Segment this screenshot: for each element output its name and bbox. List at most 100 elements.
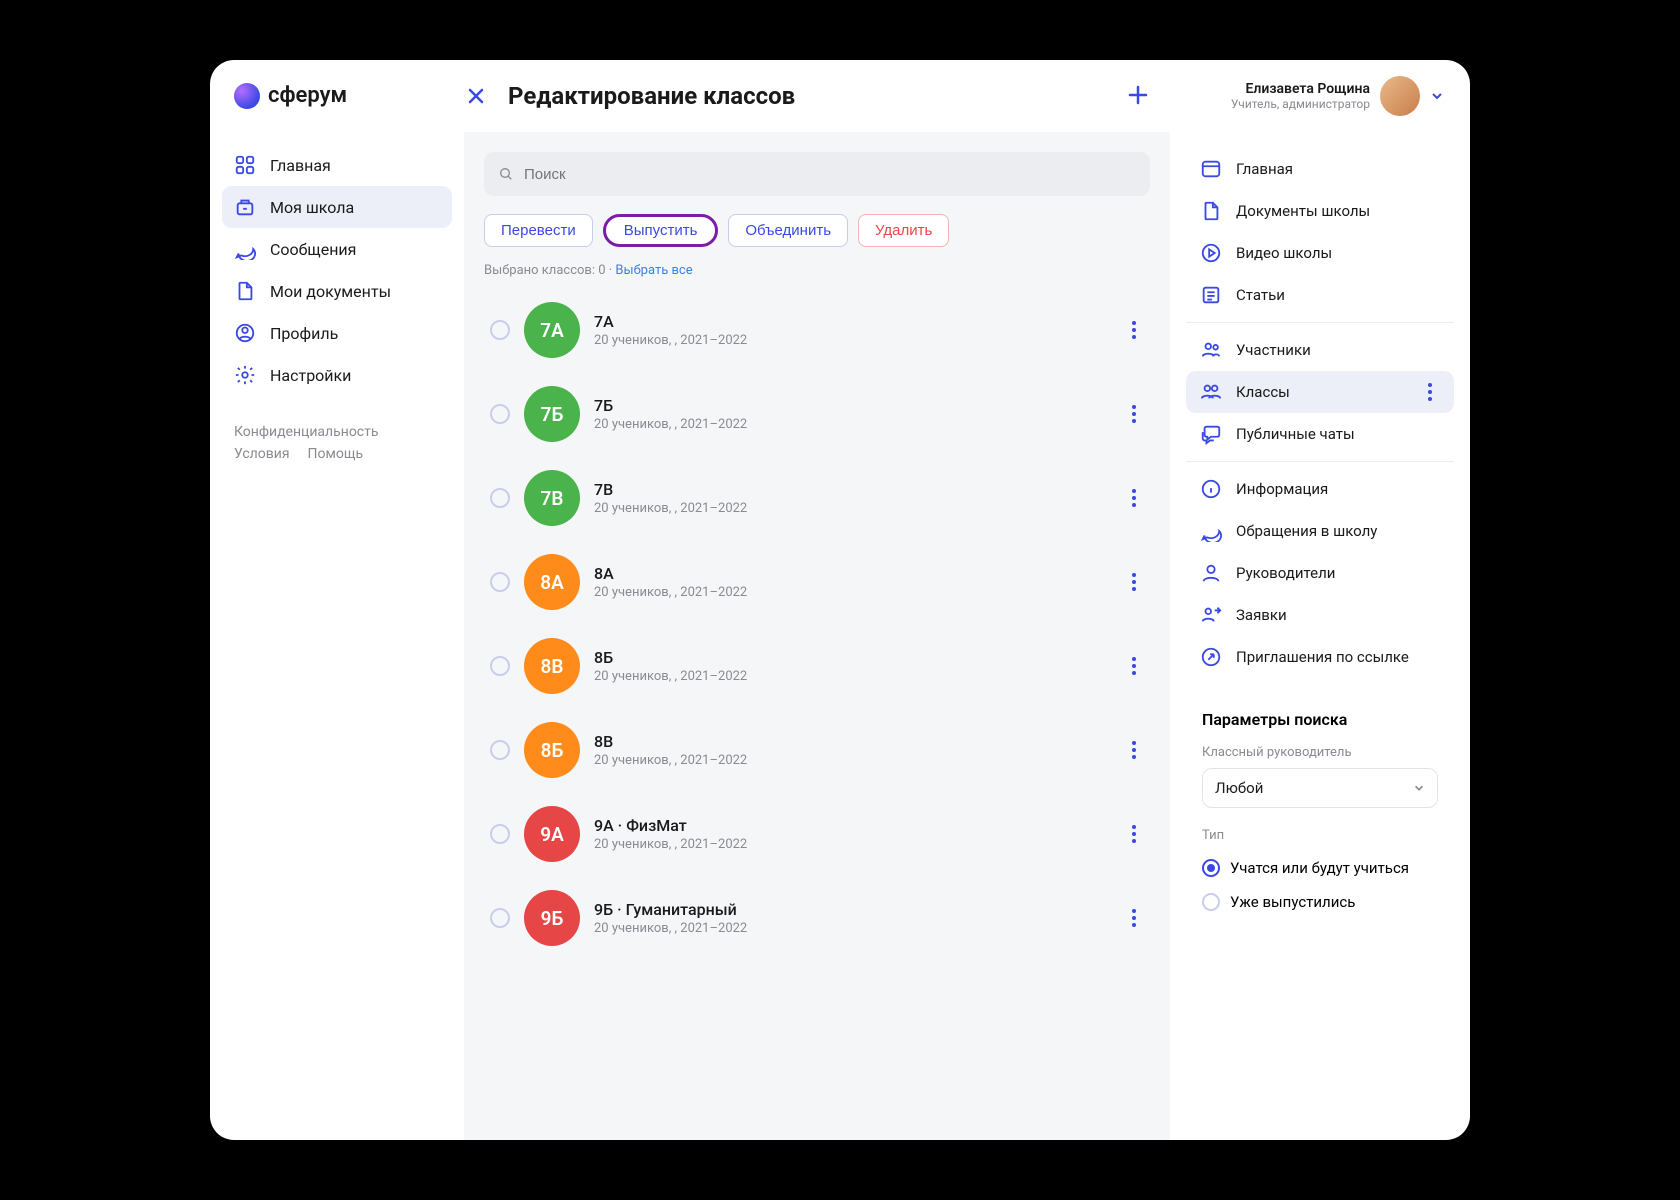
more-icon[interactable] xyxy=(1124,573,1144,591)
class-sub: 20 учеников, , 2021–2022 xyxy=(594,669,1110,684)
r-invite-links[interactable]: Приглашения по ссылке xyxy=(1186,636,1454,678)
class-sub: 20 учеников, , 2021–2022 xyxy=(594,501,1110,516)
gear-icon xyxy=(234,364,256,386)
r-school-docs[interactable]: Документы школы xyxy=(1186,190,1454,232)
filter-type-label: Тип xyxy=(1202,828,1438,843)
school-icon xyxy=(234,196,256,218)
class-row[interactable]: 7Б 7Б 20 учеников, , 2021–2022 xyxy=(484,372,1150,456)
class-row[interactable]: 8А8А20 учеников, , 2021–2022 xyxy=(484,540,1150,624)
more-icon[interactable] xyxy=(1124,321,1144,339)
r-school-video[interactable]: Видео школы xyxy=(1186,232,1454,274)
group-icon xyxy=(1200,381,1222,403)
more-icon[interactable] xyxy=(1124,657,1144,675)
filter-type-option-studying[interactable]: Учатся или будут учиться xyxy=(1202,851,1438,885)
r-label: Классы xyxy=(1236,383,1290,401)
r-label: Заявки xyxy=(1236,606,1287,624)
document-icon xyxy=(1200,200,1222,222)
class-title: 7Б xyxy=(594,396,1110,415)
window-icon xyxy=(1200,158,1222,180)
more-icon[interactable] xyxy=(1124,909,1144,927)
nav-my-school[interactable]: Моя школа xyxy=(222,186,452,228)
nav-label: Сообщения xyxy=(270,240,356,259)
r-label: Информация xyxy=(1236,480,1328,498)
user-name: Елизавета Рощина xyxy=(1231,81,1370,97)
search-input[interactable] xyxy=(524,166,1136,183)
manager-icon xyxy=(1200,562,1222,584)
nav-label: Профиль xyxy=(270,324,338,343)
users-icon xyxy=(1200,339,1222,361)
document-icon xyxy=(234,280,256,302)
r-label: Участники xyxy=(1236,341,1311,359)
nav-home[interactable]: Главная xyxy=(222,144,452,186)
filter-teacher-select[interactable]: Любой xyxy=(1202,768,1438,808)
class-badge: 7А xyxy=(524,302,580,358)
footer-privacy[interactable]: Конфиденциальность xyxy=(234,424,378,440)
nav-messages[interactable]: Сообщения xyxy=(222,228,452,270)
checkbox[interactable] xyxy=(490,572,510,592)
class-title: 7В xyxy=(594,480,1110,499)
class-sub: 20 учеников, , 2021–2022 xyxy=(594,417,1110,432)
r-requests[interactable]: Заявки xyxy=(1186,594,1454,636)
logo[interactable]: сферум xyxy=(234,83,464,109)
r-label: Статьи xyxy=(1236,286,1285,304)
class-sub: 20 учеников, , 2021–2022 xyxy=(594,753,1110,768)
r-articles[interactable]: Статьи xyxy=(1186,274,1454,316)
r-contact-school[interactable]: Обращения в школу xyxy=(1186,510,1454,552)
user-role: Учитель, администратор xyxy=(1231,97,1370,111)
more-icon[interactable] xyxy=(1124,825,1144,843)
footer-terms[interactable]: Условия xyxy=(234,446,290,462)
profile-icon xyxy=(234,322,256,344)
checkbox[interactable] xyxy=(490,740,510,760)
class-row[interactable]: 9А9А · ФизМат20 учеников, , 2021–2022 xyxy=(484,792,1150,876)
checkbox[interactable] xyxy=(490,404,510,424)
nav-label: Главная xyxy=(270,156,331,175)
select-all-link[interactable]: Выбрать все xyxy=(615,263,692,278)
checkbox[interactable] xyxy=(490,824,510,844)
nav-profile[interactable]: Профиль xyxy=(222,312,452,354)
search-input-wrapper[interactable] xyxy=(484,152,1150,196)
r-label: Приглашения по ссылке xyxy=(1236,648,1409,666)
class-row[interactable]: 8В8Б20 учеников, , 2021–2022 xyxy=(484,624,1150,708)
more-icon[interactable] xyxy=(1124,489,1144,507)
release-button[interactable]: Выпустить xyxy=(603,214,719,247)
class-sub: 20 учеников, , 2021–2022 xyxy=(594,921,1110,936)
class-badge: 9Б xyxy=(524,890,580,946)
nav-label: Моя школа xyxy=(270,198,354,217)
user-menu[interactable]: Елизавета Рощина Учитель, администратор xyxy=(1231,76,1446,116)
r-managers[interactable]: Руководители xyxy=(1186,552,1454,594)
class-row[interactable]: 8Б8В20 учеников, , 2021–2022 xyxy=(484,708,1150,792)
checkbox[interactable] xyxy=(490,656,510,676)
class-row[interactable]: 7В7В20 учеников, , 2021–2022 xyxy=(484,456,1150,540)
more-icon[interactable] xyxy=(1420,383,1440,401)
r-info[interactable]: Информация xyxy=(1186,468,1454,510)
footer-help[interactable]: Помощь xyxy=(308,446,364,462)
r-label: Обращения в школу xyxy=(1236,522,1377,540)
class-row[interactable]: 9Б9Б · Гуманитарный20 учеников, , 2021–2… xyxy=(484,876,1150,960)
class-row[interactable]: 7А7А20 учеников, , 2021–2022 xyxy=(484,288,1150,372)
r-label: Руководители xyxy=(1236,564,1335,582)
class-title: 9А · ФизМат xyxy=(594,816,1110,835)
r-home[interactable]: Главная xyxy=(1186,148,1454,190)
selection-summary: Выбрано классов: 0 · Выбрать все xyxy=(484,263,1150,278)
checkbox[interactable] xyxy=(490,908,510,928)
r-public-chats[interactable]: Публичные чаты xyxy=(1186,413,1454,455)
r-members[interactable]: Участники xyxy=(1186,329,1454,371)
filter-type-option-graduated[interactable]: Уже выпустились xyxy=(1202,885,1438,919)
nav-settings[interactable]: Настройки xyxy=(222,354,452,396)
class-badge: 8Б xyxy=(524,722,580,778)
merge-button[interactable]: Объединить xyxy=(728,214,848,247)
add-icon[interactable] xyxy=(1127,84,1151,108)
class-badge: 7Б xyxy=(524,386,580,442)
transfer-button[interactable]: Перевести xyxy=(484,214,593,247)
delete-button[interactable]: Удалить xyxy=(858,214,949,247)
chevron-down-icon xyxy=(1430,89,1446,103)
play-icon xyxy=(1200,242,1222,264)
more-icon[interactable] xyxy=(1124,405,1144,423)
checkbox[interactable] xyxy=(490,320,510,340)
r-classes[interactable]: Классы xyxy=(1186,371,1454,413)
grid-icon xyxy=(234,154,256,176)
nav-my-documents[interactable]: Мои документы xyxy=(222,270,452,312)
more-icon[interactable] xyxy=(1124,741,1144,759)
checkbox[interactable] xyxy=(490,488,510,508)
close-icon[interactable] xyxy=(464,84,488,108)
